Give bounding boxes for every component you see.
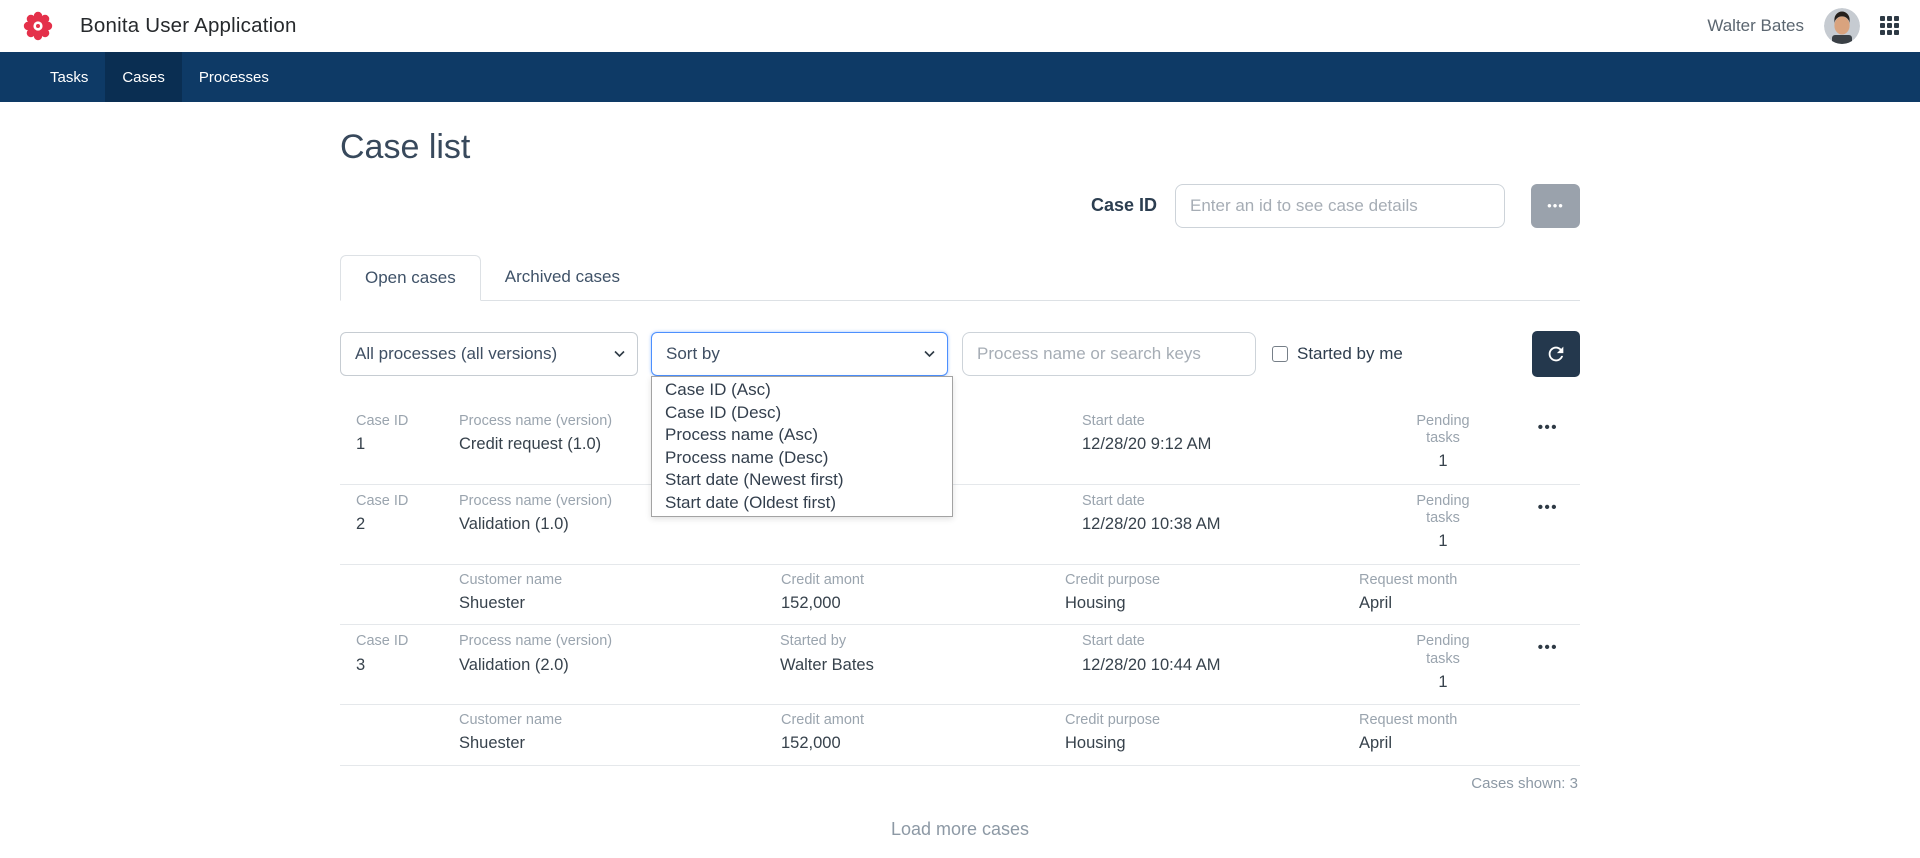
start-date-value: 12/28/20 10:44 AM: [1082, 655, 1392, 676]
app-grid-icon[interactable]: [1880, 16, 1900, 36]
process-filter-select[interactable]: All processes (all versions): [340, 332, 638, 376]
app-header: Bonita User Application Walter Bates: [0, 0, 1920, 52]
case-id-value: 1: [356, 434, 459, 455]
pending-tasks-value: 1: [1392, 531, 1494, 552]
row-menu-icon[interactable]: •••: [1538, 639, 1558, 656]
table-row[interactable]: Case ID1 Process name (version)Credit re…: [340, 405, 1580, 485]
started-by-me-checkbox[interactable]: [1272, 346, 1288, 362]
main-navigation: Tasks Cases Processes: [0, 52, 1920, 102]
sort-option-date-oldest[interactable]: Start date (Oldest first): [652, 492, 952, 515]
sort-option-case-id-desc[interactable]: Case ID (Desc): [652, 402, 952, 425]
case-id-value: 2: [356, 514, 459, 535]
page-title: Case list: [340, 128, 1580, 167]
sort-option-case-id-asc[interactable]: Case ID (Asc): [652, 379, 952, 402]
case-id-input[interactable]: [1175, 184, 1505, 228]
credit-amount-value: 152,000: [781, 733, 1065, 754]
case-list: Case ID1 Process name (version)Credit re…: [340, 405, 1580, 766]
sort-option-process-desc[interactable]: Process name (Desc): [652, 447, 952, 470]
sort-select-value: Sort by: [666, 344, 720, 364]
started-by-me-label: Started by me: [1297, 344, 1403, 364]
process-search-input[interactable]: [962, 332, 1256, 376]
ellipsis-icon: •••: [1547, 198, 1564, 213]
nav-item-cases[interactable]: Cases: [105, 52, 182, 102]
table-row-details: Customer nameShuester Credit amont152,00…: [340, 565, 1580, 626]
nav-item-tasks[interactable]: Tasks: [33, 52, 105, 102]
tab-open-cases[interactable]: Open cases: [340, 255, 481, 301]
bonita-logo-icon: [22, 10, 54, 42]
sort-option-process-asc[interactable]: Process name (Asc): [652, 424, 952, 447]
cases-shown-count: Cases shown: 3: [340, 766, 1580, 792]
customer-name-value: Shuester: [459, 593, 781, 614]
pending-tasks-value: 1: [1392, 672, 1494, 693]
sort-select[interactable]: Sort by Case ID (Asc) Case ID (Desc) Pro…: [651, 332, 948, 376]
credit-purpose-value: Housing: [1065, 593, 1359, 614]
table-row[interactable]: Case ID2 Process name (version)Validatio…: [340, 485, 1580, 565]
avatar[interactable]: [1824, 8, 1860, 44]
case-id-value: 3: [356, 655, 459, 676]
refresh-button[interactable]: [1532, 331, 1580, 377]
app-title: Bonita User Application: [80, 14, 297, 38]
customer-name-value: Shuester: [459, 733, 781, 754]
chevron-down-icon: [924, 350, 935, 358]
start-date-value: 12/28/20 9:12 AM: [1082, 434, 1392, 455]
nav-item-processes[interactable]: Processes: [182, 52, 286, 102]
row-menu-icon[interactable]: •••: [1538, 419, 1558, 436]
tab-archived-cases[interactable]: Archived cases: [481, 255, 644, 301]
filter-bar: All processes (all versions) Sort by Cas…: [340, 331, 1580, 377]
chevron-down-icon: [614, 350, 625, 358]
sort-dropdown-menu: Case ID (Asc) Case ID (Desc) Process nam…: [651, 376, 953, 517]
case-id-label: Case ID: [1091, 195, 1157, 216]
row-menu-icon[interactable]: •••: [1538, 499, 1558, 516]
credit-amount-value: 152,000: [781, 593, 1065, 614]
started-by-me-filter[interactable]: Started by me: [1272, 344, 1403, 364]
request-month-value: April: [1359, 593, 1580, 614]
table-row-details: Customer nameShuester Credit amont152,00…: [340, 705, 1580, 766]
process-name-value: Validation (1.0): [459, 514, 780, 535]
process-name-value: Validation (2.0): [459, 655, 780, 676]
sort-option-date-newest[interactable]: Start date (Newest first): [652, 469, 952, 492]
started-by-value: Walter Bates: [780, 655, 1082, 676]
credit-purpose-value: Housing: [1065, 733, 1359, 754]
table-row[interactable]: Case ID3 Process name (version)Validatio…: [340, 625, 1580, 705]
process-filter-value: All processes (all versions): [355, 344, 557, 364]
case-id-more-button[interactable]: •••: [1531, 184, 1580, 228]
refresh-icon: [1545, 343, 1567, 365]
request-month-value: April: [1359, 733, 1580, 754]
case-id-search: Case ID •••: [340, 183, 1580, 228]
user-name[interactable]: Walter Bates: [1707, 16, 1804, 36]
pending-tasks-value: 1: [1392, 451, 1494, 472]
case-tabs: Open cases Archived cases: [340, 254, 1580, 301]
start-date-value: 12/28/20 10:38 AM: [1082, 514, 1392, 535]
load-more-cases-link[interactable]: Load more cases: [340, 819, 1580, 840]
